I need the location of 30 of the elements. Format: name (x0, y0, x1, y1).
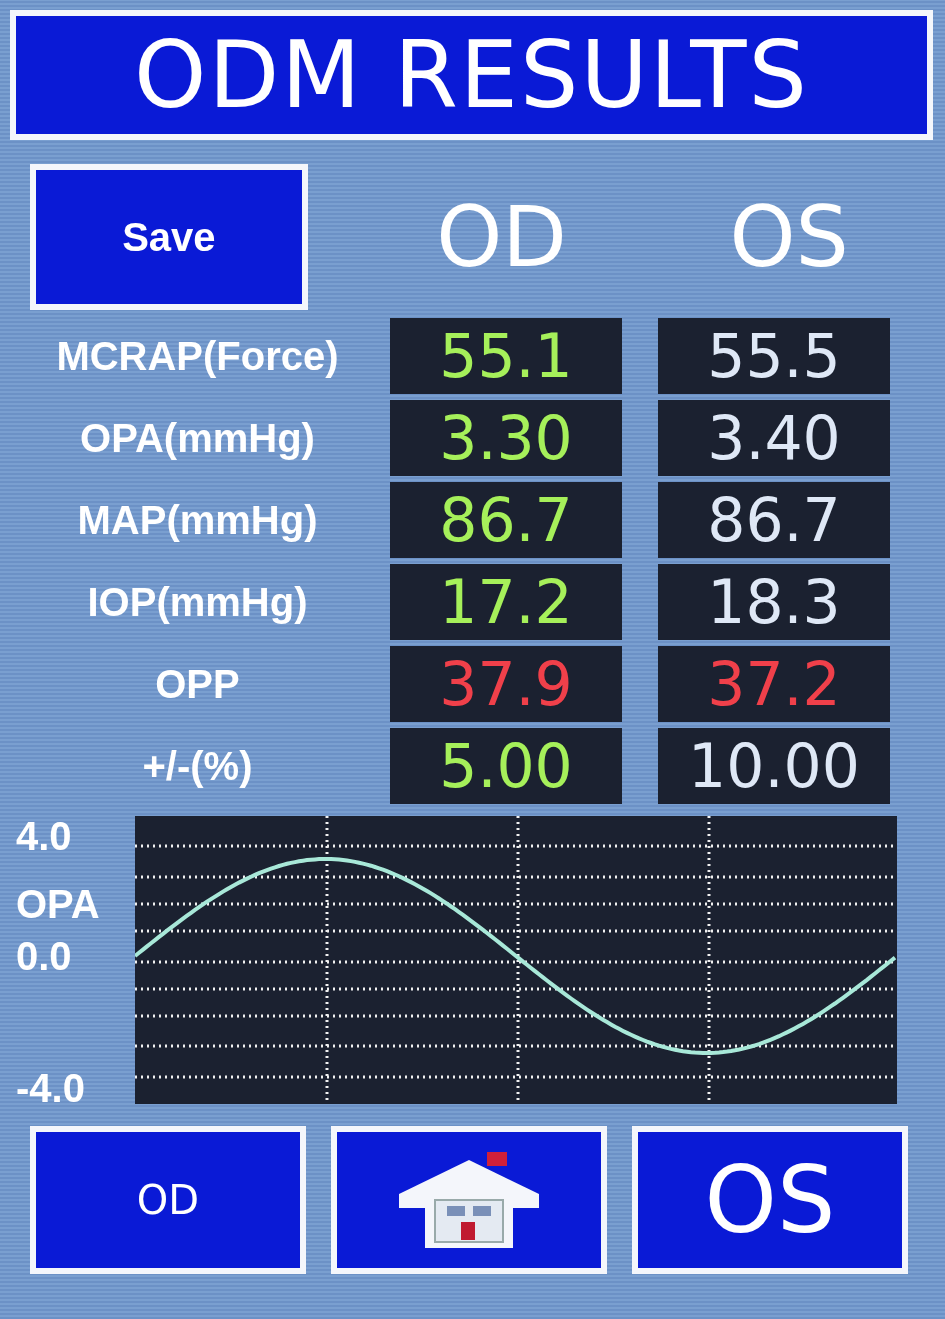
measure-label: OPP (154, 661, 241, 707)
value-cell: 55.1 (390, 318, 622, 394)
house-icon (399, 1150, 539, 1250)
value-cell: 3.40 (658, 400, 890, 476)
measure-label: IOP(mmHg) (86, 579, 309, 625)
axis-title: OPA (16, 884, 100, 924)
eye-button[interactable]: OD (30, 1126, 306, 1274)
value-cell: 5.00 (390, 728, 622, 804)
axis-tick-label: -4.0 (16, 1068, 85, 1108)
value-cell: 17.2 (390, 564, 622, 640)
value-cell: 86.7 (390, 482, 622, 558)
value-cell: 37.2 (658, 646, 890, 722)
eye-button[interactable]: OS (632, 1126, 908, 1274)
value-cell: 55.5 (658, 318, 890, 394)
save-button[interactable]: Save (30, 164, 308, 310)
value-cell: 3.30 (390, 400, 622, 476)
home-button[interactable] (331, 1126, 607, 1274)
measure-label: MAP(mmHg) (76, 497, 319, 543)
measure-label: +/-(%) (141, 743, 254, 789)
column-header: OD (435, 188, 568, 286)
axis-tick-label: 4.0 (16, 816, 72, 856)
measure-label: OPA(mmHg) (79, 415, 316, 461)
measure-label: MCRAP(Force) (55, 333, 340, 379)
value-cell: 37.9 (390, 646, 622, 722)
value-cell: 86.7 (658, 482, 890, 558)
screen-title: ODM RESULTS (10, 10, 933, 140)
axis-tick-label: 0.0 (16, 936, 72, 976)
value-cell: 18.3 (658, 564, 890, 640)
value-cell: 10.00 (658, 728, 890, 804)
column-header: OS (728, 188, 850, 286)
